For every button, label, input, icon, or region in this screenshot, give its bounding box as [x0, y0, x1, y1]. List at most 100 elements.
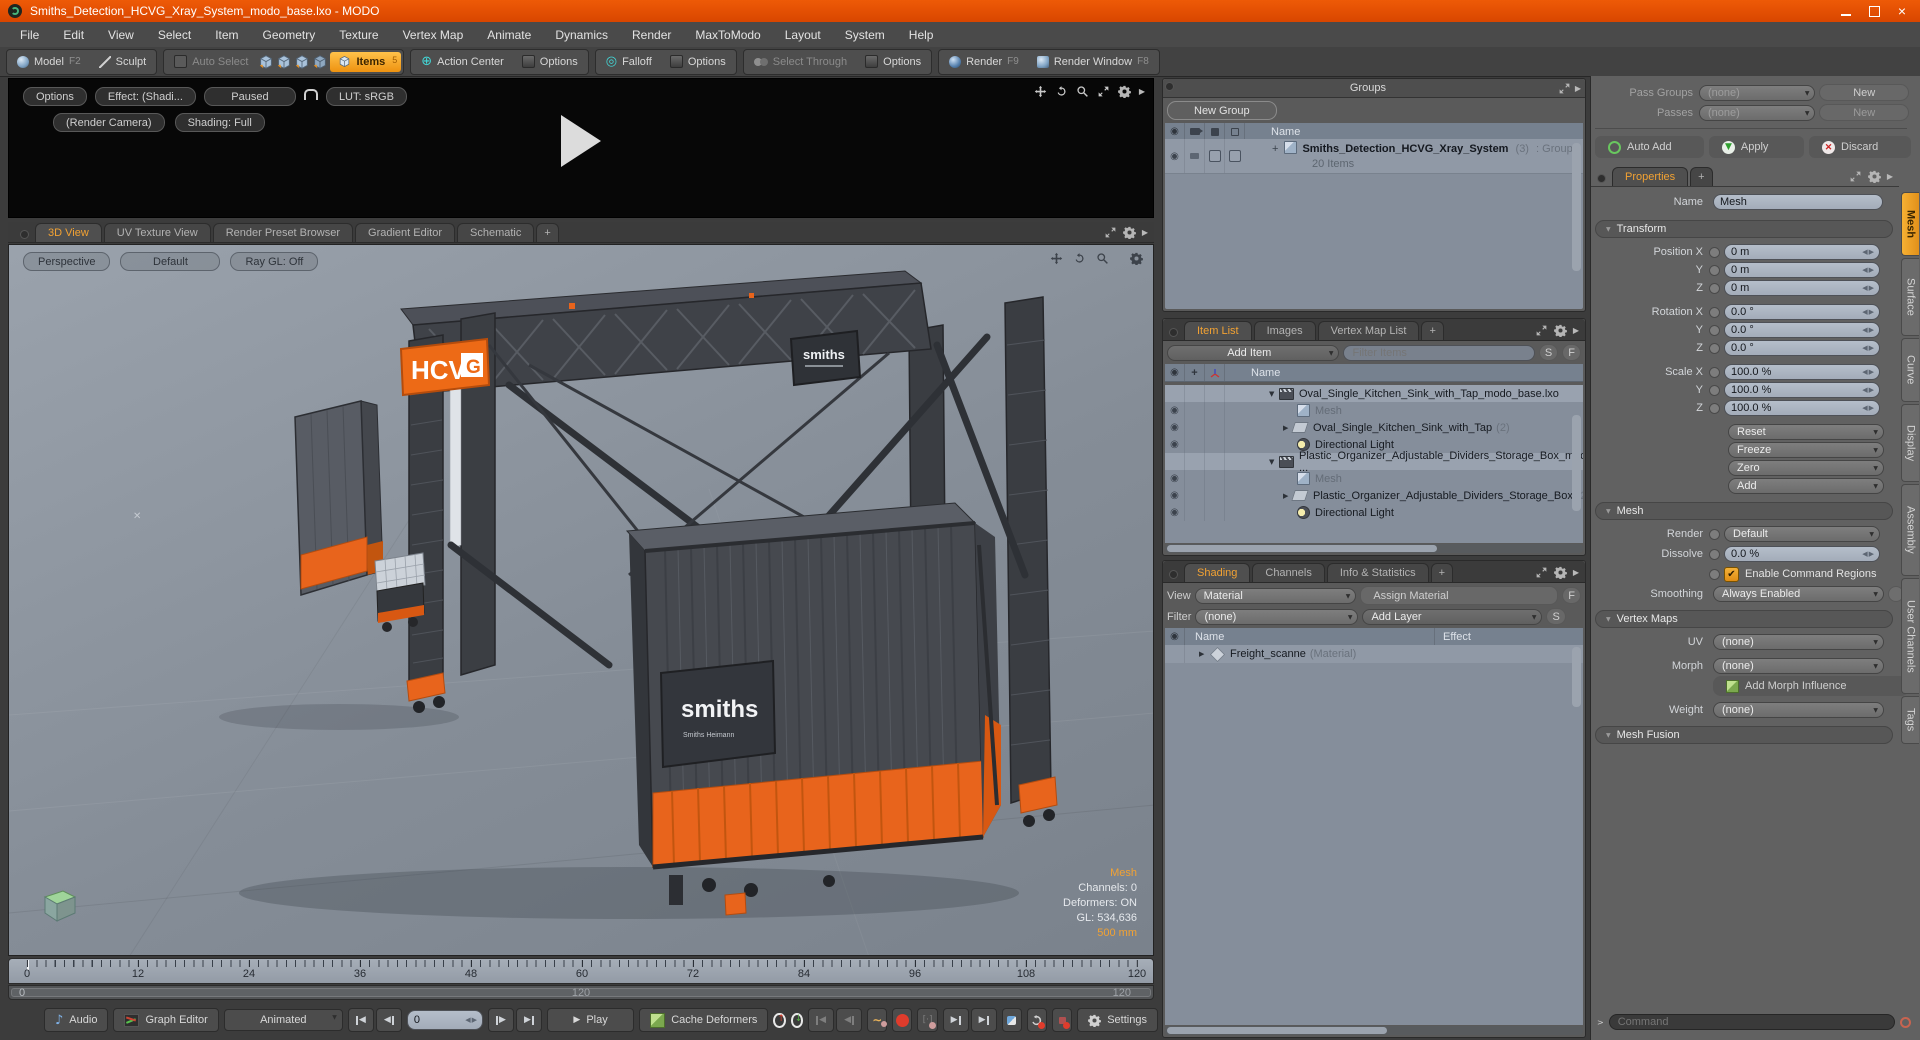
- passes-dropdown[interactable]: (none): [1699, 104, 1816, 121]
- tab-info-statistics[interactable]: Info & Statistics: [1326, 563, 1429, 582]
- add-dropdown[interactable]: Add: [1728, 478, 1884, 494]
- eye-icon[interactable]: ◉: [1170, 473, 1179, 484]
- channel-dot-icon[interactable]: [1709, 282, 1720, 294]
- channel-dot-icon[interactable]: [1709, 528, 1720, 540]
- tab-item-list[interactable]: Item List: [1184, 321, 1252, 340]
- preview-paused-button[interactable]: Paused: [203, 87, 296, 106]
- minimize-button[interactable]: [1840, 14, 1851, 16]
- freeze-dropdown[interactable]: Freeze: [1728, 442, 1884, 458]
- filter-items-input[interactable]: [1343, 344, 1535, 361]
- group-row[interactable]: ◉ + Smiths_Detection_HCVG_Xray_System (3)…: [1165, 139, 1583, 174]
- assign-material-button[interactable]: Assign Material: [1360, 586, 1559, 605]
- falloff-options-button[interactable]: Options: [662, 52, 734, 72]
- side-tab-mesh[interactable]: Mesh: [1901, 192, 1919, 256]
- tree-expand-icon[interactable]: +: [1272, 143, 1278, 155]
- tab-add-button[interactable]: +: [1430, 563, 1454, 582]
- tab-schematic[interactable]: Schematic: [457, 223, 535, 242]
- add-morph-influence-button[interactable]: Add Morph Influence: [1713, 676, 1909, 696]
- menu-file[interactable]: File: [8, 28, 51, 42]
- tab-uv-texture-view[interactable]: UV Texture View: [103, 223, 211, 242]
- checkbox-icon[interactable]: [1208, 150, 1221, 162]
- menu-dynamics[interactable]: Dynamics: [543, 28, 620, 42]
- list-item[interactable]: ◉ ▶ Oval_Single_Kitchen_Sink_with_Tap (2): [1165, 419, 1583, 436]
- command-input[interactable]: [1608, 1014, 1895, 1030]
- discard-button[interactable]: ✕ Discard: [1809, 136, 1911, 158]
- shading-f-button[interactable]: F: [1562, 587, 1581, 604]
- tab-vertex-map-list[interactable]: Vertex Map List: [1317, 321, 1420, 340]
- loop-button[interactable]: [1026, 1008, 1048, 1032]
- vertex-maps-section-header[interactable]: Vertex Maps: [1595, 610, 1893, 628]
- menu-maxtomodo[interactable]: MaxToModo: [683, 28, 772, 42]
- select-materials-icon[interactable]: [312, 54, 328, 70]
- expand-icon[interactable]: [1558, 82, 1571, 95]
- step-key-back-button[interactable]: ◀: [836, 1008, 863, 1032]
- items-mode-button[interactable]: Items 5: [330, 51, 402, 72]
- go-to-end-button[interactable]: ▶: [516, 1008, 542, 1032]
- mesh-section-header[interactable]: Mesh: [1595, 502, 1893, 520]
- 3d-viewport[interactable]: Perspective Default Ray GL: Off ✕ ✕: [8, 244, 1154, 956]
- view-dropdown[interactable]: Material: [1194, 587, 1357, 604]
- tab-shading[interactable]: Shading: [1184, 563, 1251, 582]
- shading-vscrollbar[interactable]: [1572, 647, 1581, 707]
- select-edges-icon[interactable]: [276, 54, 292, 70]
- gear-icon[interactable]: [1553, 324, 1567, 337]
- graph-editor-button[interactable]: Graph Editor: [113, 1008, 219, 1032]
- preview-options-button[interactable]: Options: [23, 87, 87, 106]
- auto-add-button[interactable]: Auto Add: [1595, 136, 1704, 158]
- close-button[interactable]: ×: [1898, 4, 1906, 18]
- enable-command-regions-checkbox[interactable]: ✔: [1724, 566, 1739, 582]
- pass-groups-dropdown[interactable]: (none): [1699, 84, 1816, 101]
- eye-icon[interactable]: ◉: [1170, 405, 1179, 416]
- group-row-label[interactable]: Smiths_Detection_HCVG_Xray_System: [1302, 143, 1508, 155]
- rotation-y-field[interactable]: 0.0 ° ◀▶: [1724, 322, 1880, 338]
- menu-animate[interactable]: Animate: [475, 28, 543, 42]
- render-button[interactable]: Render F9: [941, 52, 1027, 72]
- side-tab-user-channels[interactable]: User Channels: [1901, 578, 1919, 694]
- play-overlay-icon[interactable]: [561, 115, 601, 167]
- menu-view[interactable]: View: [96, 28, 146, 42]
- render-window-button[interactable]: Render Window F8: [1029, 52, 1157, 72]
- eye-icon[interactable]: ◉: [1170, 507, 1179, 518]
- render-dropdown[interactable]: Default: [1724, 526, 1880, 542]
- side-tab-display[interactable]: Display: [1901, 404, 1919, 482]
- previous-key-button[interactable]: ◀: [808, 1008, 835, 1032]
- tab-render-preset-browser[interactable]: Render Preset Browser: [212, 223, 354, 242]
- orbit-icon[interactable]: [1055, 85, 1068, 98]
- current-frame-field[interactable]: 0 ◀▶: [406, 1010, 483, 1030]
- scale-z-field[interactable]: 100.0 % ◀▶: [1724, 400, 1880, 416]
- tab-gradient-editor[interactable]: Gradient Editor: [355, 223, 455, 242]
- next-key-button[interactable]: ▶: [970, 1008, 997, 1032]
- reset-dropdown[interactable]: Reset: [1728, 424, 1884, 440]
- gear-icon[interactable]: [1867, 170, 1881, 183]
- rotation-x-field[interactable]: 0.0 ° ◀▶: [1724, 304, 1880, 320]
- tab-channels[interactable]: Channels: [1252, 563, 1325, 582]
- select-through-button[interactable]: Select Through: [746, 52, 855, 72]
- playback-mode-dropdown[interactable]: Animated: [223, 1009, 343, 1031]
- go-to-start-button[interactable]: ◀: [347, 1008, 374, 1032]
- pass-groups-new-button[interactable]: New: [1819, 84, 1909, 101]
- new-group-button[interactable]: New Group: [1167, 101, 1277, 120]
- previous-frame-button[interactable]: ◀: [375, 1008, 402, 1032]
- tab-3d-view[interactable]: 3D View: [35, 223, 102, 242]
- scale-x-field[interactable]: 100.0 % ◀▶: [1724, 364, 1880, 380]
- cache-deformers-button[interactable]: Cache Deformers: [639, 1008, 769, 1032]
- menu-select[interactable]: Select: [146, 28, 203, 42]
- smoothing-dropdown[interactable]: Always Enabled: [1713, 586, 1884, 602]
- menu-edit[interactable]: Edit: [51, 28, 96, 42]
- uv-dropdown[interactable]: (none): [1713, 634, 1884, 650]
- side-tab-surface[interactable]: Surface: [1901, 258, 1919, 336]
- tab-add-button[interactable]: +: [1421, 321, 1444, 340]
- sculpt-mode-button[interactable]: Sculpt: [91, 52, 155, 72]
- camera-icon[interactable]: [1190, 153, 1199, 159]
- channel-dot-icon[interactable]: [1709, 306, 1720, 318]
- checkbox-icon[interactable]: [1228, 150, 1241, 162]
- channel-dot-icon[interactable]: [1709, 402, 1720, 414]
- gear-icon[interactable]: [1117, 85, 1131, 98]
- eye-icon[interactable]: ◉: [1170, 439, 1179, 450]
- eye-icon[interactable]: ◉: [1170, 490, 1179, 501]
- menu-help[interactable]: Help: [897, 28, 946, 42]
- name-field[interactable]: Mesh: [1713, 194, 1883, 210]
- mesh-fusion-section-header[interactable]: Mesh Fusion: [1595, 726, 1893, 744]
- item-list-hscroll-track[interactable]: [1165, 544, 1583, 553]
- action-center-options-button[interactable]: Options: [514, 52, 586, 72]
